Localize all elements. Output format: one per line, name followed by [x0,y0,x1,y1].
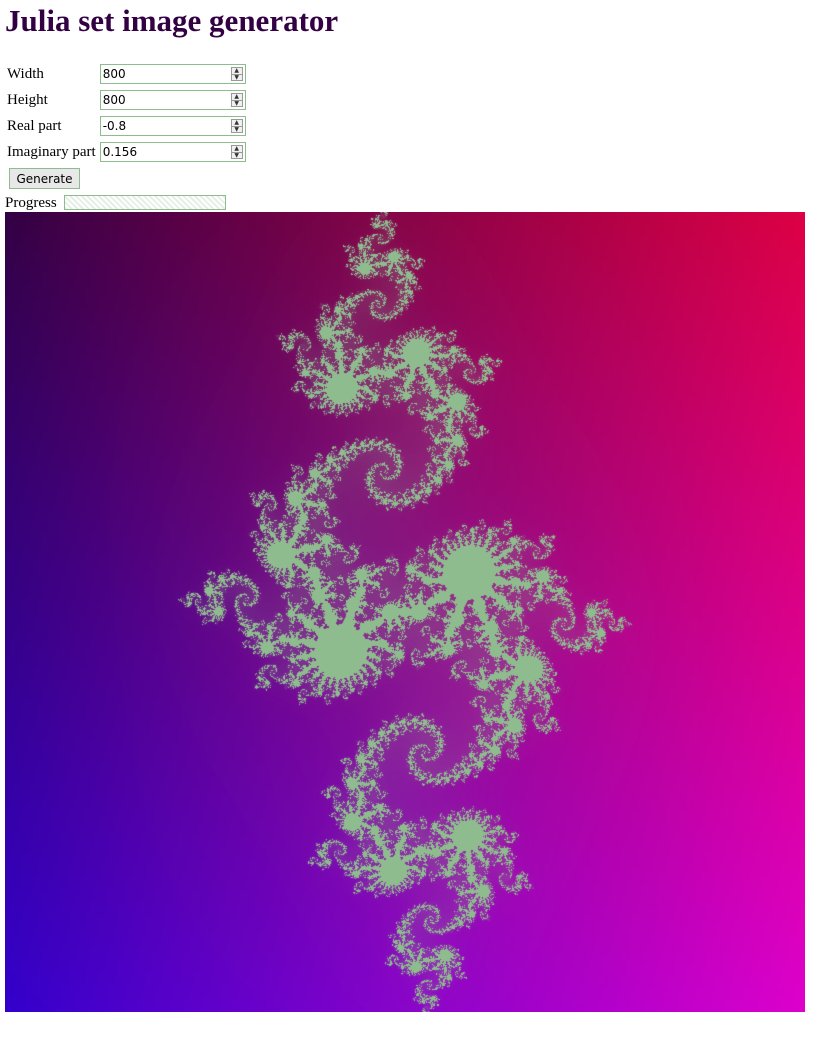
width-stepper[interactable]: ▲ ▼ [230,67,243,81]
imaginary-part-label: Imaginary part [7,143,96,160]
imaginary-part-stepper[interactable]: ▲ ▼ [230,145,243,159]
spin-down-icon[interactable]: ▼ [232,153,242,159]
imaginary-part-field[interactable]: ▲ ▼ [99,142,246,162]
width-field[interactable]: ▲ ▼ [99,64,246,84]
page-title: Julia set image generator [5,3,339,38]
spin-down-icon[interactable]: ▼ [232,75,242,81]
real-part-stepper[interactable]: ▲ ▼ [230,119,243,133]
spin-down-icon[interactable]: ▼ [232,101,242,107]
width-row: Width ▲ ▼ [5,61,248,87]
parameters-form: Width ▲ ▼ Height ▲ ▼ Real part [5,61,248,165]
progress-label: Progress [5,195,57,211]
width-input[interactable] [102,66,227,82]
real-part-label: Real part [7,117,62,134]
spin-down-icon[interactable]: ▼ [232,127,242,133]
imaginary-part-input[interactable] [102,144,227,160]
generate-button[interactable]: Generate [9,168,80,189]
height-row: Height ▲ ▼ [5,87,248,113]
real-part-input[interactable] [102,118,227,134]
real-part-row: Real part ▲ ▼ [5,113,248,139]
progress-bar [64,195,226,210]
julia-set-image [5,212,805,1012]
real-part-field[interactable]: ▲ ▼ [99,116,246,136]
width-label: Width [7,65,44,82]
imaginary-part-row: Imaginary part ▲ ▼ [5,139,248,165]
height-stepper[interactable]: ▲ ▼ [230,93,243,107]
height-input[interactable] [102,92,227,108]
height-field[interactable]: ▲ ▼ [99,90,246,110]
height-label: Height [7,91,48,108]
